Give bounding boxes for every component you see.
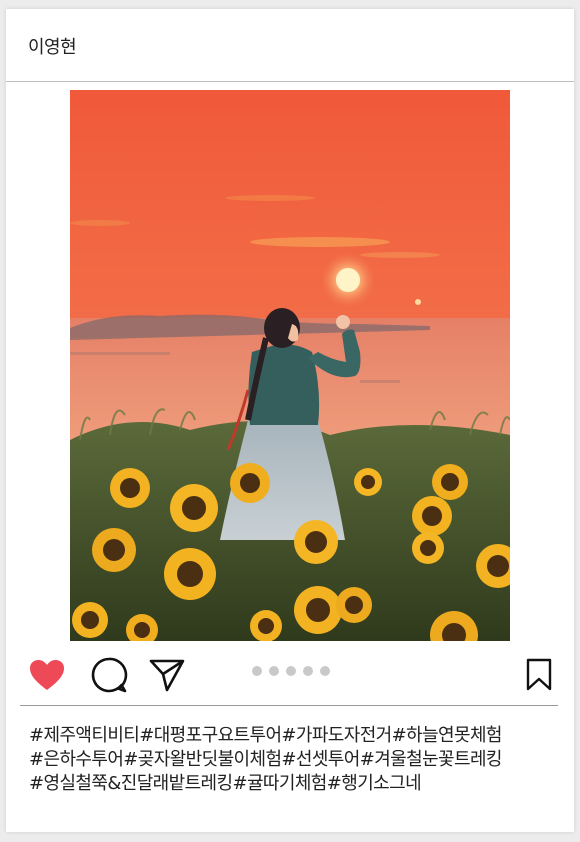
carousel-dot[interactable] (252, 666, 262, 676)
post-username[interactable]: 이영현 (28, 33, 77, 59)
bookmark-icon[interactable] (525, 658, 553, 692)
post-photo[interactable] (70, 90, 510, 641)
carousel-dot[interactable] (320, 666, 330, 676)
comment-icon[interactable] (90, 656, 128, 694)
caption-line: #제주액티비티#대평포구요트투어#가파도자전거#하늘연못체험 (29, 725, 502, 746)
caption-line: #은하수투어#곶자왈반딧불이체험#선셋투어#겨울철눈꽃트레킹 (29, 749, 502, 770)
heart-icon[interactable] (28, 658, 66, 692)
post-caption: #제주액티비티#대평포구요트투어#가파도자전거#하늘연못체험 #은하수투어#곶자… (29, 724, 559, 796)
carousel-indicator (252, 666, 330, 676)
post-header: 이영현 (6, 9, 574, 82)
share-icon[interactable] (148, 657, 186, 693)
caption-divider (20, 705, 558, 706)
caption-line: #영실철쭉&진달래밭트레킹#귤따기체험#행기소그네 (29, 773, 422, 794)
carousel-dot[interactable] (286, 666, 296, 676)
carousel-dot[interactable] (303, 666, 313, 676)
carousel-dot[interactable] (269, 666, 279, 676)
post-actions (6, 649, 574, 699)
post-card: 이영현 #제주액티비티#대평포구요트투어#가파도자전거#하늘연못체험 #은하수투… (6, 9, 574, 832)
